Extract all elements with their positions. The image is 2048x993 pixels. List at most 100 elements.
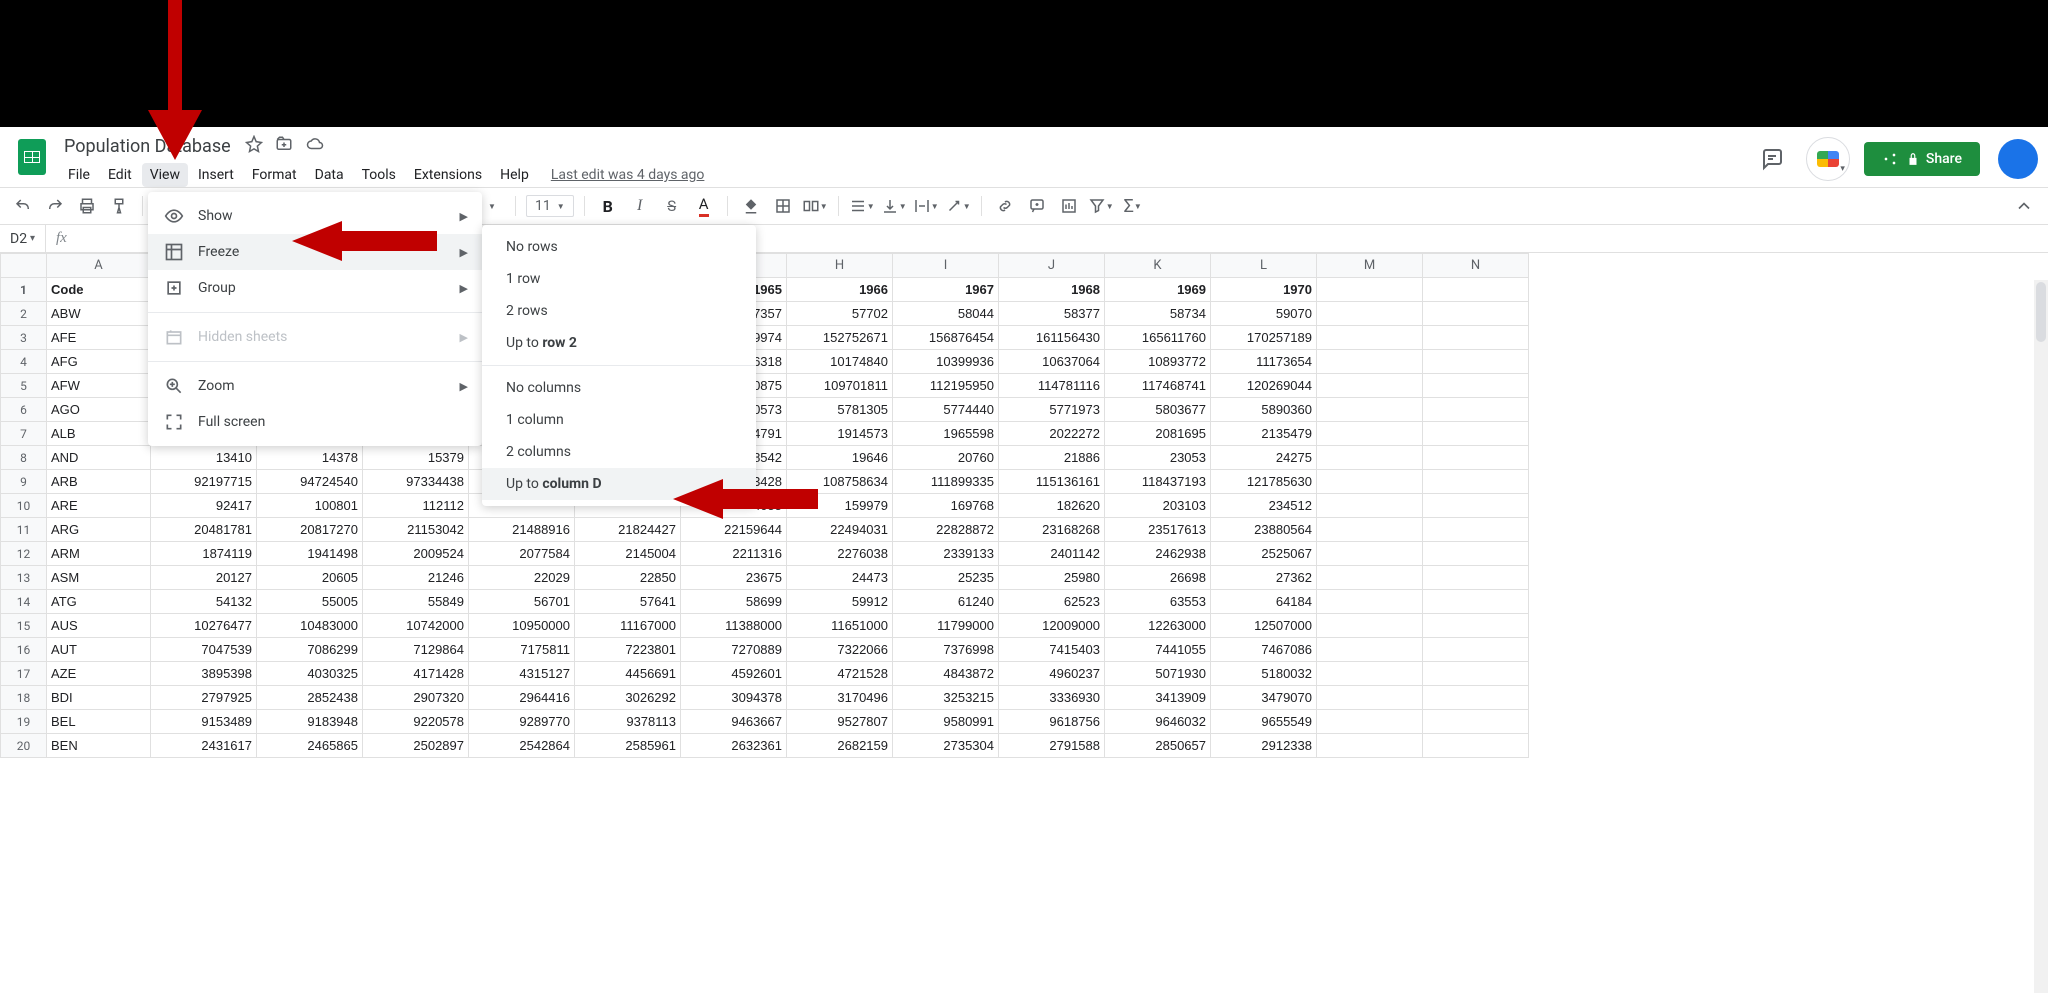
cell[interactable] — [1423, 710, 1529, 734]
cell[interactable]: BDI — [47, 686, 151, 710]
row-header[interactable]: 7 — [1, 422, 47, 446]
cell[interactable]: 10742000 — [363, 614, 469, 638]
cell[interactable]: 58377 — [999, 302, 1105, 326]
cell[interactable]: 112112 — [363, 494, 469, 518]
cell[interactable] — [1317, 734, 1423, 758]
cell[interactable]: 20481781 — [151, 518, 257, 542]
filter-button[interactable]: ▼ — [1088, 193, 1114, 219]
cell[interactable]: 22828872 — [893, 518, 999, 542]
freeze-1-row[interactable]: 1 row — [482, 263, 756, 295]
cell[interactable]: 20605 — [257, 566, 363, 590]
cell[interactable]: 21886 — [999, 446, 1105, 470]
cell[interactable]: ASM — [47, 566, 151, 590]
cell[interactable]: 4592601 — [681, 662, 787, 686]
cell[interactable] — [1423, 470, 1529, 494]
cell[interactable]: 3253215 — [893, 686, 999, 710]
cell[interactable]: 2077584 — [469, 542, 575, 566]
vertical-scrollbar[interactable] — [2034, 280, 2048, 993]
cell[interactable]: 59070 — [1211, 302, 1317, 326]
cell[interactable]: 117468741 — [1105, 374, 1211, 398]
cell[interactable]: 9289770 — [469, 710, 575, 734]
cell[interactable]: 115136161 — [999, 470, 1105, 494]
cell[interactable] — [1317, 278, 1423, 302]
cell[interactable]: 7376998 — [893, 638, 999, 662]
row-header[interactable]: 12 — [1, 542, 47, 566]
cell[interactable]: 10276477 — [151, 614, 257, 638]
menu-file[interactable]: File — [60, 163, 98, 187]
menu-edit[interactable]: Edit — [100, 163, 140, 187]
col-header-J[interactable]: J — [999, 254, 1105, 278]
cell[interactable]: 182620 — [999, 494, 1105, 518]
sheets-logo[interactable] — [12, 137, 52, 177]
redo-button[interactable] — [42, 193, 68, 219]
paint-format-button[interactable] — [106, 193, 132, 219]
cell[interactable]: 14378 — [257, 446, 363, 470]
cell[interactable] — [1423, 686, 1529, 710]
cell[interactable] — [1317, 638, 1423, 662]
menu-data[interactable]: Data — [307, 163, 352, 187]
cell[interactable]: 21824427 — [575, 518, 681, 542]
view-zoom[interactable]: Zoom▶ — [148, 368, 482, 404]
cell[interactable]: 2145004 — [575, 542, 681, 566]
comment-button[interactable] — [1024, 193, 1050, 219]
cell[interactable]: 9183948 — [257, 710, 363, 734]
cell[interactable]: 21488916 — [469, 518, 575, 542]
cell[interactable]: 21246 — [363, 566, 469, 590]
cell[interactable]: 10637064 — [999, 350, 1105, 374]
cell[interactable]: 20760 — [893, 446, 999, 470]
cell[interactable]: 11167000 — [575, 614, 681, 638]
cell[interactable]: 25235 — [893, 566, 999, 590]
cell[interactable]: 1874119 — [151, 542, 257, 566]
cell[interactable] — [1317, 350, 1423, 374]
cell[interactable]: 4843872 — [893, 662, 999, 686]
cell[interactable]: 2211316 — [681, 542, 787, 566]
cell[interactable]: 7467086 — [1211, 638, 1317, 662]
cell[interactable]: 11388000 — [681, 614, 787, 638]
col-header-I[interactable]: I — [893, 254, 999, 278]
cell[interactable]: 22029 — [469, 566, 575, 590]
cell[interactable]: 5180032 — [1211, 662, 1317, 686]
cell[interactable]: 1969 — [1105, 278, 1211, 302]
cell[interactable]: 112195950 — [893, 374, 999, 398]
cell[interactable] — [1317, 326, 1423, 350]
cell[interactable]: 2632361 — [681, 734, 787, 758]
row-header[interactable]: 9 — [1, 470, 47, 494]
cell[interactable] — [1317, 614, 1423, 638]
bold-button[interactable]: B — [595, 193, 621, 219]
row-header[interactable]: 1 — [1, 278, 47, 302]
cell[interactable]: 5071930 — [1105, 662, 1211, 686]
col-header-K[interactable]: K — [1105, 254, 1211, 278]
cell[interactable] — [1423, 326, 1529, 350]
cell[interactable]: 97334438 — [363, 470, 469, 494]
cell[interactable]: 1967 — [893, 278, 999, 302]
cell[interactable]: 2339133 — [893, 542, 999, 566]
cell[interactable]: 2525067 — [1211, 542, 1317, 566]
cell[interactable] — [1317, 470, 1423, 494]
cell[interactable]: 20817270 — [257, 518, 363, 542]
strike-button[interactable]: S — [659, 193, 685, 219]
cell[interactable]: ARM — [47, 542, 151, 566]
cell[interactable]: 12263000 — [1105, 614, 1211, 638]
cell[interactable]: 156876454 — [893, 326, 999, 350]
menu-format[interactable]: Format — [244, 163, 305, 187]
cell[interactable]: 100801 — [257, 494, 363, 518]
cell[interactable]: 24275 — [1211, 446, 1317, 470]
cell[interactable]: 2964416 — [469, 686, 575, 710]
cell[interactable]: 2462938 — [1105, 542, 1211, 566]
cell[interactable]: 109701811 — [787, 374, 893, 398]
cell[interactable]: AFW — [47, 374, 151, 398]
cell[interactable]: ABW — [47, 302, 151, 326]
cell[interactable]: 23168268 — [999, 518, 1105, 542]
cell[interactable] — [1317, 302, 1423, 326]
cell[interactable]: 24473 — [787, 566, 893, 590]
menu-extensions[interactable]: Extensions — [406, 163, 490, 187]
cell[interactable]: 57702 — [787, 302, 893, 326]
cell[interactable]: 94724540 — [257, 470, 363, 494]
cell[interactable]: 9527807 — [787, 710, 893, 734]
cell[interactable]: 4721528 — [787, 662, 893, 686]
freeze-up-to-row[interactable]: Up to row 2 — [482, 327, 756, 359]
meet-button[interactable]: ▾ — [1806, 137, 1850, 181]
cell[interactable] — [1317, 686, 1423, 710]
cell[interactable]: 92417 — [151, 494, 257, 518]
col-header-H[interactable]: H — [787, 254, 893, 278]
